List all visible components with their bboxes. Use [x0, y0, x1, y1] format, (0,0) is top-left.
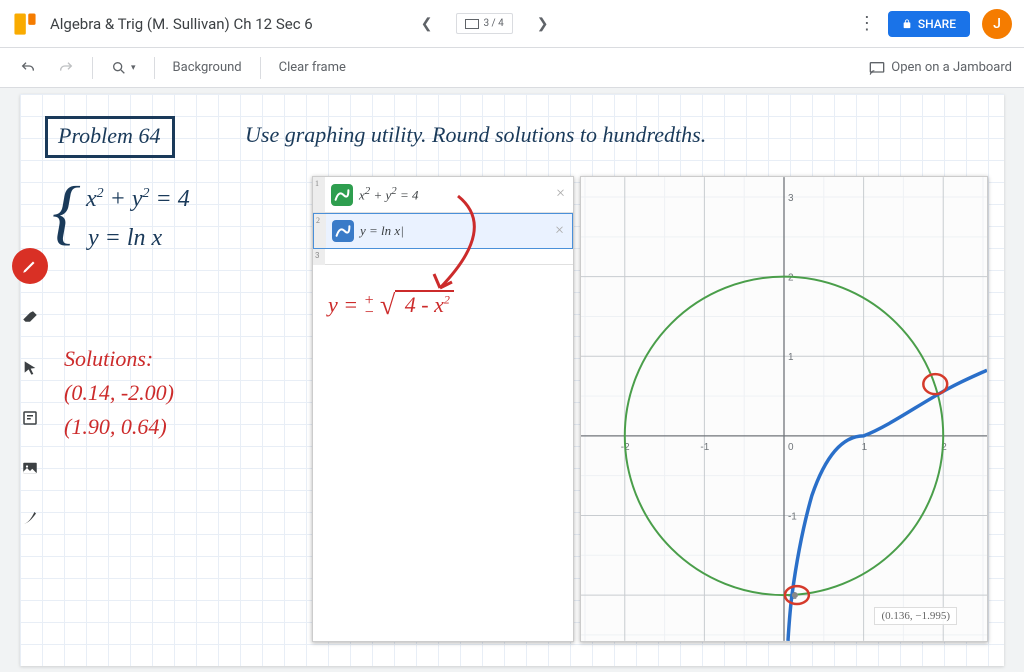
- document-title[interactable]: Algebra & Trig (M. Sullivan) Ch 12 Sec 6: [50, 15, 313, 33]
- x-tick: -1: [700, 442, 709, 453]
- y-tick: 1: [788, 352, 794, 363]
- toolbar-divider: [92, 57, 93, 79]
- jamboard-logo-icon: [12, 11, 38, 37]
- expression-row-empty[interactable]: 3: [313, 249, 573, 265]
- close-icon[interactable]: ×: [555, 222, 564, 240]
- row-number: 2: [314, 214, 326, 248]
- frame-navigator: ❮ 3 / 4 ❯: [413, 12, 557, 36]
- clear-frame-button[interactable]: Clear frame: [271, 56, 354, 79]
- expression-row-2[interactable]: 2 y = ln x| ×: [313, 213, 573, 249]
- equation-1: x2 + y2 = 4: [86, 186, 190, 213]
- equation-2: y = ln x: [88, 225, 190, 252]
- pen-tool-button[interactable]: [12, 248, 48, 284]
- select-tool-button[interactable]: [14, 352, 46, 384]
- open-on-jamboard-button[interactable]: Open on a Jamboard: [869, 60, 1012, 75]
- user-avatar[interactable]: J: [982, 9, 1012, 39]
- close-icon[interactable]: ×: [556, 185, 565, 203]
- expression-2-text: y = ln x|: [360, 223, 404, 239]
- share-label: SHARE: [918, 17, 956, 31]
- redo-button[interactable]: [50, 56, 82, 80]
- solutions-block: Solutions: (0.14, -2.00) (1.90, 0.64): [64, 346, 174, 448]
- more-options-button[interactable]: ⋮: [846, 13, 888, 34]
- open-on-jamboard-label: Open on a Jamboard: [891, 60, 1012, 75]
- frame-icon: [465, 19, 479, 29]
- row-number: 1: [313, 177, 325, 212]
- action-toolbar: ▾ Background Clear frame Open on a Jambo…: [0, 48, 1024, 88]
- curve-circle-icon[interactable]: [331, 184, 353, 206]
- cast-icon: [869, 61, 885, 75]
- expression-1-text: x2 + y2 = 4: [359, 185, 418, 203]
- instruction-text: Use graphing utility. Round solutions to…: [245, 122, 706, 148]
- expression-panel[interactable]: 1 x2 + y2 = 4 × 2 y = ln x| × 3: [312, 176, 574, 642]
- y-tick: 2: [788, 273, 794, 284]
- image-tool-button[interactable]: [14, 452, 46, 484]
- problem-box: Problem 64: [45, 116, 175, 158]
- x-tick: 1: [862, 442, 868, 453]
- curve-lnx: [788, 370, 987, 641]
- x-tick: 0: [788, 442, 794, 453]
- eraser-tool-button[interactable]: [14, 302, 46, 334]
- readout-point: [792, 592, 798, 598]
- graph-panel[interactable]: -2 -1 0 1 2 3 2 1 -1 -2: [580, 176, 988, 642]
- next-frame-button[interactable]: ❯: [529, 12, 557, 36]
- annotation-sqrt: y = +− √ 4 - x2: [328, 290, 454, 322]
- system-of-equations: { x2 + y2 = 4 y = ln x: [60, 186, 190, 252]
- expression-row-1[interactable]: 1 x2 + y2 = 4 ×: [313, 177, 573, 213]
- background-button[interactable]: Background: [165, 56, 250, 79]
- canvas[interactable]: Problem 64 Use graphing utility. Round s…: [20, 94, 1004, 666]
- workspace: Problem 64 Use graphing utility. Round s…: [0, 88, 1024, 672]
- sticky-note-tool-button[interactable]: [14, 402, 46, 434]
- app-header: Algebra & Trig (M. Sullivan) Ch 12 Sec 6…: [0, 0, 1024, 48]
- frame-counter-button[interactable]: 3 / 4: [456, 13, 512, 34]
- solution-2: (1.90, 0.64): [64, 414, 174, 440]
- undo-button[interactable]: [12, 56, 44, 80]
- solution-1: (0.14, -2.00): [64, 380, 174, 406]
- y-tick: 3: [788, 193, 794, 204]
- toolbar-divider: [260, 57, 261, 79]
- frame-counter-text: 3 / 4: [483, 18, 503, 29]
- zoom-button[interactable]: ▾: [103, 56, 144, 80]
- prev-frame-button[interactable]: ❮: [413, 12, 441, 36]
- toolbar-divider: [154, 57, 155, 79]
- share-button[interactable]: SHARE: [888, 11, 970, 37]
- solutions-heading: Solutions:: [64, 346, 174, 372]
- graph-svg: -2 -1 0 1 2 3 2 1 -1 -2: [581, 177, 987, 641]
- y-tick: -1: [788, 511, 797, 522]
- lock-icon: [902, 19, 912, 29]
- laser-tool-button[interactable]: [14, 502, 46, 534]
- coordinate-readout: (0.136, −1.995): [874, 607, 957, 625]
- row-number: 3: [313, 249, 325, 265]
- curve-ln-icon[interactable]: [332, 220, 354, 242]
- tool-palette: [8, 248, 52, 534]
